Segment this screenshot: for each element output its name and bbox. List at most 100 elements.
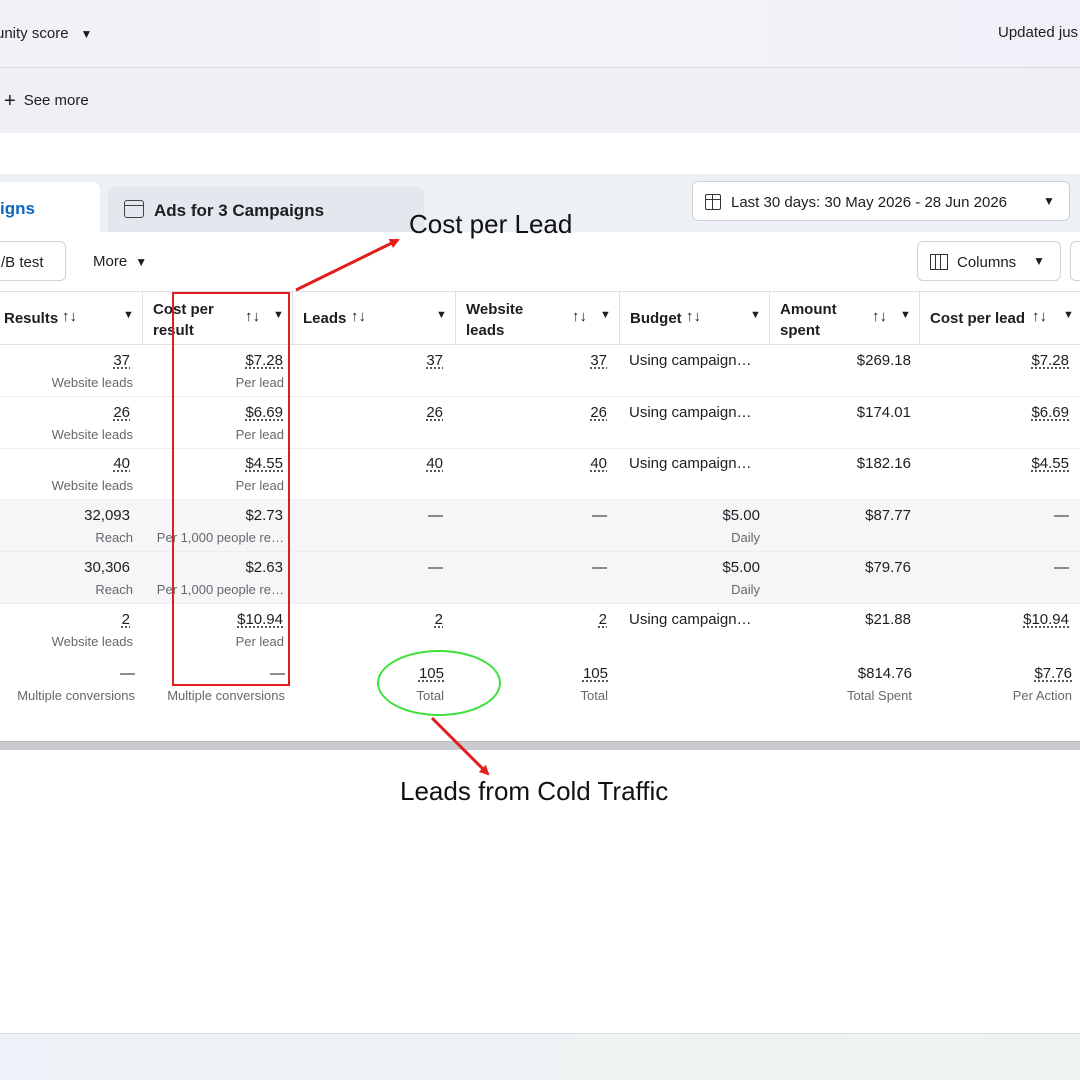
sort-icon[interactable]: ↑↓: [872, 308, 887, 325]
cell-budget: Using campaign…: [629, 352, 752, 369]
sort-icon[interactable]: ↑↓: [62, 308, 77, 325]
cell-results-sub: Reach: [95, 582, 133, 597]
header-website-leads-label: Website leads: [466, 301, 524, 339]
horizontal-scrollbar[interactable]: [0, 741, 1080, 750]
cell-budget-sub: Daily: [731, 530, 760, 545]
cell-budget: Using campaign…: [629, 611, 752, 628]
cell-results[interactable]: 37: [113, 352, 130, 369]
total-amount-spent: $814.76: [857, 665, 912, 682]
cell-website-leads[interactable]: 37: [590, 352, 607, 369]
plus-icon: +: [4, 90, 16, 112]
cell-website-leads: —: [592, 507, 607, 524]
total-cost-per-lead-sub: Per Action: [1012, 688, 1072, 703]
total-leads-highlight-ellipse: [377, 650, 501, 716]
sort-icon[interactable]: ↑↓: [351, 308, 366, 325]
cell-budget-sub: Daily: [731, 582, 760, 597]
table-row: 30,306 Reach $2.63 Per 1,000 people re… — — $5…: [0, 552, 1080, 604]
cell-website-leads[interactable]: 26: [590, 404, 607, 421]
header-leads[interactable]: Leads ↑↓ ▼: [293, 291, 456, 345]
columns-icon: [930, 254, 948, 270]
ab-test-label: /B test: [1, 254, 44, 271]
total-website-leads-sub: Total: [580, 688, 608, 703]
chevron-down-icon[interactable]: ▼: [436, 309, 447, 321]
chevron-down-icon: ▼: [80, 27, 93, 41]
cell-leads[interactable]: 40: [426, 455, 443, 472]
date-range-picker[interactable]: Last 30 days: 30 May 2026 - 28 Jun 2026 …: [692, 181, 1070, 221]
total-results: —: [120, 665, 135, 682]
header-cost-per-lead-label: Cost per lead: [930, 310, 1026, 327]
table-row: 37 Website leads $7.28 Per lead 37 37 Using ca…: [0, 345, 1080, 397]
sort-icon[interactable]: ↑↓: [1032, 308, 1047, 325]
sort-icon[interactable]: ↑↓: [572, 308, 587, 325]
columns-button[interactable]: Columns ▼: [917, 241, 1061, 281]
cell-leads: —: [428, 559, 443, 576]
cell-results: 32,093: [84, 507, 130, 524]
header-budget-label: Budget: [630, 310, 682, 327]
opportunity-bar: unity score ▼ Updated jus: [0, 0, 1080, 68]
see-more-label: See more: [23, 92, 89, 109]
cell-results-sub: Website leads: [51, 427, 133, 442]
cell-results[interactable]: 2: [122, 611, 130, 628]
cell-amount-spent: $182.16: [856, 455, 911, 472]
cell-leads[interactable]: 2: [435, 611, 443, 628]
cell-cost-per-lead[interactable]: $6.69: [1031, 404, 1069, 421]
cell-amount-spent: $87.77: [865, 507, 911, 524]
updated-status: Updated jus: [998, 24, 1079, 41]
cell-amount-spent: $174.01: [856, 404, 911, 421]
cell-leads[interactable]: 37: [426, 352, 443, 369]
cell-results-sub: Website leads: [51, 634, 133, 649]
header-budget[interactable]: Budget ↑↓ ▼: [620, 291, 770, 345]
ads-icon: [124, 200, 144, 218]
see-more-button[interactable]: + See more: [4, 90, 89, 113]
cell-results[interactable]: 40: [113, 455, 130, 472]
cell-amount-spent: $21.88: [865, 611, 911, 628]
cell-results-sub: Reach: [95, 530, 133, 545]
chevron-down-icon[interactable]: ▼: [900, 309, 911, 321]
cell-leads[interactable]: 26: [426, 404, 443, 421]
table-row: 40 Website leads $4.55 Per lead 40 40 Using ca…: [0, 448, 1080, 500]
chevron-down-icon[interactable]: ▼: [1063, 309, 1074, 321]
tab-campaigns-label: igns: [0, 199, 35, 218]
total-cost-per-lead[interactable]: $7.76: [1034, 665, 1072, 682]
opportunity-score-label: unity score: [0, 25, 69, 42]
opportunity-score-dropdown[interactable]: unity score ▼: [0, 25, 92, 42]
header-amount-spent[interactable]: Amount spent ↑↓ ▼: [770, 291, 920, 345]
header-results-label: Results: [4, 310, 59, 327]
filters-bar: + See more: [0, 68, 1080, 133]
breakdown-button[interactable]: [1070, 241, 1080, 281]
header-results[interactable]: Results ↑↓ ▼: [0, 291, 143, 345]
total-results-sub: Multiple conversions: [17, 688, 135, 703]
ab-test-button[interactable]: /B test: [0, 241, 66, 281]
cell-website-leads: —: [592, 559, 607, 576]
tab-ads-label: Ads for 3 Campaigns: [154, 201, 325, 220]
chevron-down-icon[interactable]: ▼: [750, 309, 761, 321]
header-amount-spent-label: Amount spent: [780, 301, 837, 339]
chevron-down-icon: ▼: [1033, 254, 1045, 268]
chevron-down-icon[interactable]: ▼: [123, 309, 134, 321]
cell-cost-per-lead[interactable]: $4.55: [1031, 455, 1069, 472]
cell-amount-spent: $269.18: [856, 352, 911, 369]
footer-bar: [0, 1033, 1080, 1080]
tab-ads[interactable]: Ads for 3 Campaigns: [108, 187, 424, 232]
total-website-leads[interactable]: 105: [583, 665, 608, 682]
sort-icon[interactable]: ↑↓: [686, 308, 701, 325]
header-website-leads[interactable]: Website leads ↑↓ ▼: [456, 291, 620, 345]
cell-website-leads[interactable]: 40: [590, 455, 607, 472]
table-row: 2 Website leads $10.94 Per lead 2 2 Using camp…: [0, 604, 1080, 656]
cell-budget: Using campaign…: [629, 455, 752, 472]
chevron-down-icon[interactable]: ▼: [600, 309, 611, 321]
tab-campaigns[interactable]: igns: [0, 182, 100, 234]
cell-cost-per-lead: —: [1054, 559, 1069, 576]
total-cost-per-result-sub: Multiple conversions: [167, 688, 285, 703]
cell-cost-per-lead[interactable]: $7.28: [1031, 352, 1069, 369]
cell-budget: Using campaign…: [629, 404, 752, 421]
cell-results[interactable]: 26: [113, 404, 130, 421]
columns-label: Columns: [957, 254, 1017, 271]
cell-budget: $5.00: [722, 507, 760, 524]
arrow-to-cost-per-lead-label: [295, 238, 400, 292]
cell-website-leads[interactable]: 2: [599, 611, 607, 628]
cell-cost-per-lead[interactable]: $10.94: [1023, 611, 1069, 628]
header-cost-per-lead[interactable]: Cost per lead ↑↓ ▼: [920, 291, 1080, 345]
cell-leads: —: [428, 507, 443, 524]
more-button[interactable]: More ▼: [93, 253, 147, 270]
